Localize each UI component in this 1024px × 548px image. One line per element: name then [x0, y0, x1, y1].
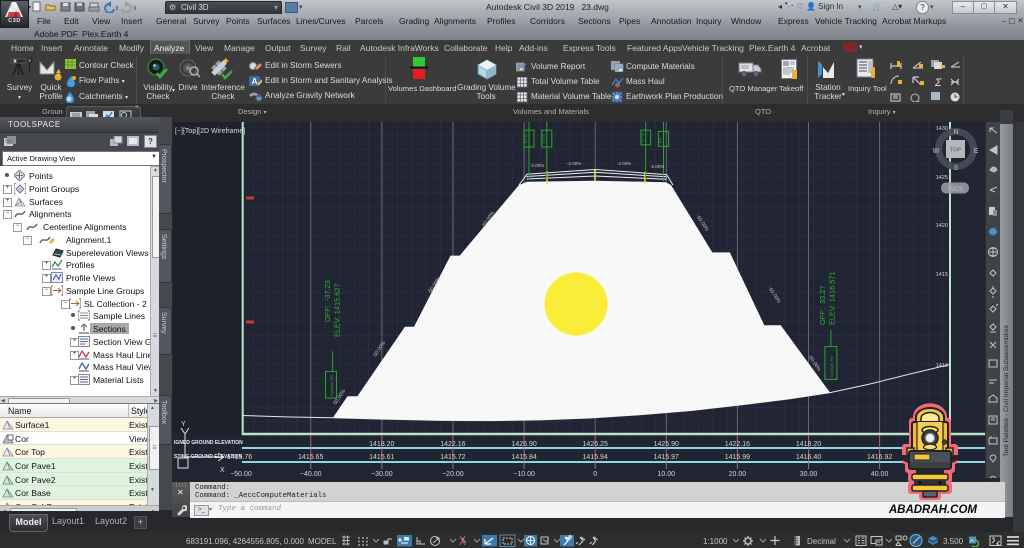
svg-text:20.00: 20.00 [729, 471, 747, 478]
svg-text:−30.00: −30.00 [371, 471, 393, 478]
svg-text:1420: 1420 [936, 223, 948, 229]
svg-text:1415: 1415 [936, 272, 948, 278]
svg-text:-2.00%: -2.00% [617, 161, 631, 166]
svg-text:1426.25: 1426.25 [583, 441, 608, 448]
svg-text:1425: 1425 [936, 175, 948, 181]
svg-text:0: 0 [593, 471, 597, 478]
svg-text:1415.72: 1415.72 [440, 454, 465, 461]
svg-text:1425.90: 1425.90 [511, 441, 536, 448]
svg-text:1415.65: 1415.65 [298, 454, 323, 461]
svg-text:1418.20: 1418.20 [796, 441, 821, 448]
svg-text:W: W [933, 148, 940, 155]
svg-text:1425.90: 1425.90 [654, 441, 679, 448]
svg-text:1:1000: 1:1000 [703, 537, 728, 546]
svg-text:1430: 1430 [936, 126, 948, 132]
svg-text:1416.92: 1416.92 [867, 454, 892, 461]
svg-text:Daylight_Fill: Daylight_Fill [830, 356, 834, 377]
svg-text:−50.00: −50.00 [230, 471, 252, 478]
svg-text:−40.00: −40.00 [300, 471, 322, 478]
svg-text:X: X [220, 467, 225, 474]
svg-text:-2.00%: -2.00% [650, 164, 664, 169]
svg-text:40.00: 40.00 [871, 471, 889, 478]
svg-text:S: S [954, 165, 959, 172]
svg-text:1415.94: 1415.94 [583, 454, 608, 461]
svg-text:WCS: WCS [948, 186, 964, 193]
svg-text:IGNED GROUND ELEVATION: IGNED GROUND ELEVATION [174, 440, 243, 446]
svg-text:10.00: 10.00 [658, 471, 676, 478]
svg-text:N: N [953, 129, 958, 136]
svg-text:Y: Y [181, 421, 186, 428]
svg-text:ETW: ETW [541, 134, 546, 143]
svg-text:-2.00%: -2.00% [530, 163, 544, 168]
svg-text:A: A [252, 77, 258, 86]
svg-text:ELEV: 1416.571: ELEV: 1416.571 [828, 271, 837, 325]
svg-text:Σ: Σ [934, 77, 942, 89]
svg-text:E: E [974, 148, 979, 155]
svg-text:ELEV: 1415.627: ELEV: 1415.627 [333, 283, 342, 337]
svg-text:OFF: 33.27: OFF: 33.27 [818, 286, 827, 325]
svg-text:Daylight_Fill: Daylight_Fill [330, 375, 334, 396]
svg-text:3.500: 3.500 [943, 537, 964, 546]
svg-text:30.00: 30.00 [800, 471, 818, 478]
svg-text:1415.61: 1415.61 [369, 454, 394, 461]
svg-text:1418.20: 1418.20 [369, 441, 394, 448]
svg-text:1422.16: 1422.16 [440, 441, 465, 448]
svg-text:1415.84: 1415.84 [511, 454, 536, 461]
svg-text:1415.99: 1415.99 [725, 454, 750, 461]
svg-text:[−][Top][2D Wireframe]: [−][Top][2D Wireframe] [175, 128, 245, 135]
svg-text:TOP: TOP [950, 148, 962, 154]
svg-text:-2.00%: -2.00% [567, 161, 581, 166]
svg-text:ES: ES [657, 137, 662, 143]
svg-text:−10.00: −10.00 [513, 471, 535, 478]
svg-text:1415.97: 1415.97 [654, 454, 679, 461]
svg-text:OFF: -37.23: OFF: -37.23 [323, 280, 332, 322]
svg-text:1416.40: 1416.40 [796, 454, 821, 461]
svg-text:1410: 1410 [936, 363, 948, 369]
svg-text:ETW: ETW [523, 134, 528, 143]
svg-text:Decimal: Decimal [807, 537, 836, 546]
svg-text:ETW: ETW [640, 133, 645, 142]
svg-text:1422.16: 1422.16 [725, 441, 750, 448]
svg-text:−20.00: −20.00 [442, 471, 464, 478]
